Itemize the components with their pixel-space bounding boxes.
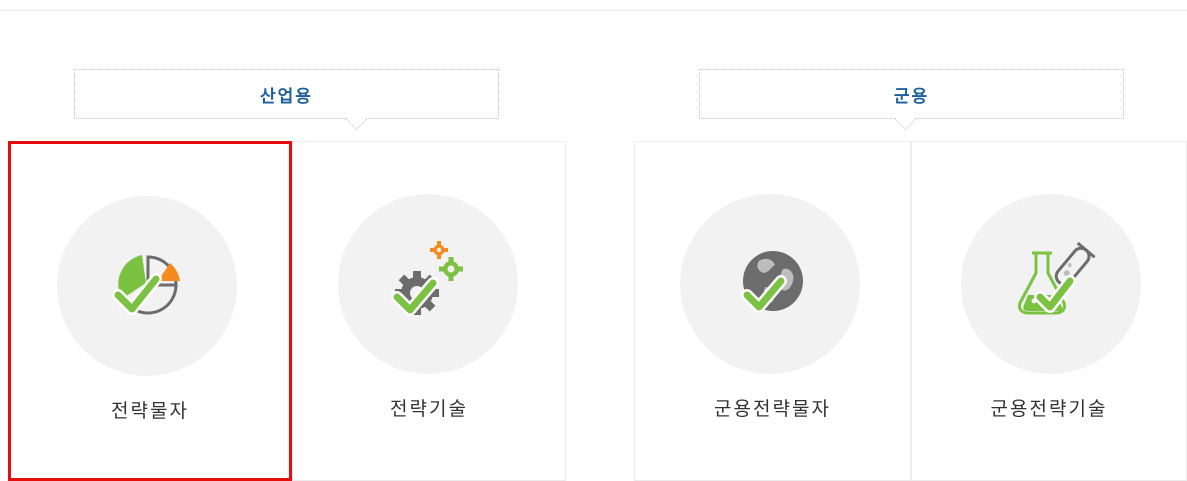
icon-circle — [338, 194, 518, 374]
card-military-strategic-items[interactable]: 군용전략물자 — [634, 141, 911, 481]
pie-chart-check-icon — [112, 255, 180, 315]
group-label-industrial: 산업용 — [74, 69, 499, 131]
card-military-strategic-technology[interactable]: 군용전략기술 — [911, 141, 1187, 481]
card-strategic-items[interactable]: 전략물자 — [8, 141, 292, 481]
card-label: 전략물자 — [111, 400, 189, 422]
card-label: 군용전략기술 — [990, 398, 1108, 420]
group-label-industrial-text: 산업용 — [260, 86, 313, 107]
top-divider — [0, 10, 1187, 11]
icon-circle — [680, 194, 860, 374]
card-label: 군용전략물자 — [714, 398, 831, 420]
group-pointer — [894, 108, 917, 131]
group-pointer — [345, 108, 368, 131]
card-strategic-technology[interactable]: 전략기술 — [292, 141, 566, 481]
flask-check-icon — [1018, 241, 1096, 315]
card-label: 전략기술 — [390, 398, 468, 420]
gears-check-icon — [391, 241, 463, 316]
icon-circle — [961, 194, 1141, 374]
group-label-military: 군용 — [699, 69, 1124, 131]
globe-check-icon — [741, 251, 803, 313]
group-label-military-text: 군용 — [893, 86, 930, 107]
icon-circle — [57, 196, 237, 376]
